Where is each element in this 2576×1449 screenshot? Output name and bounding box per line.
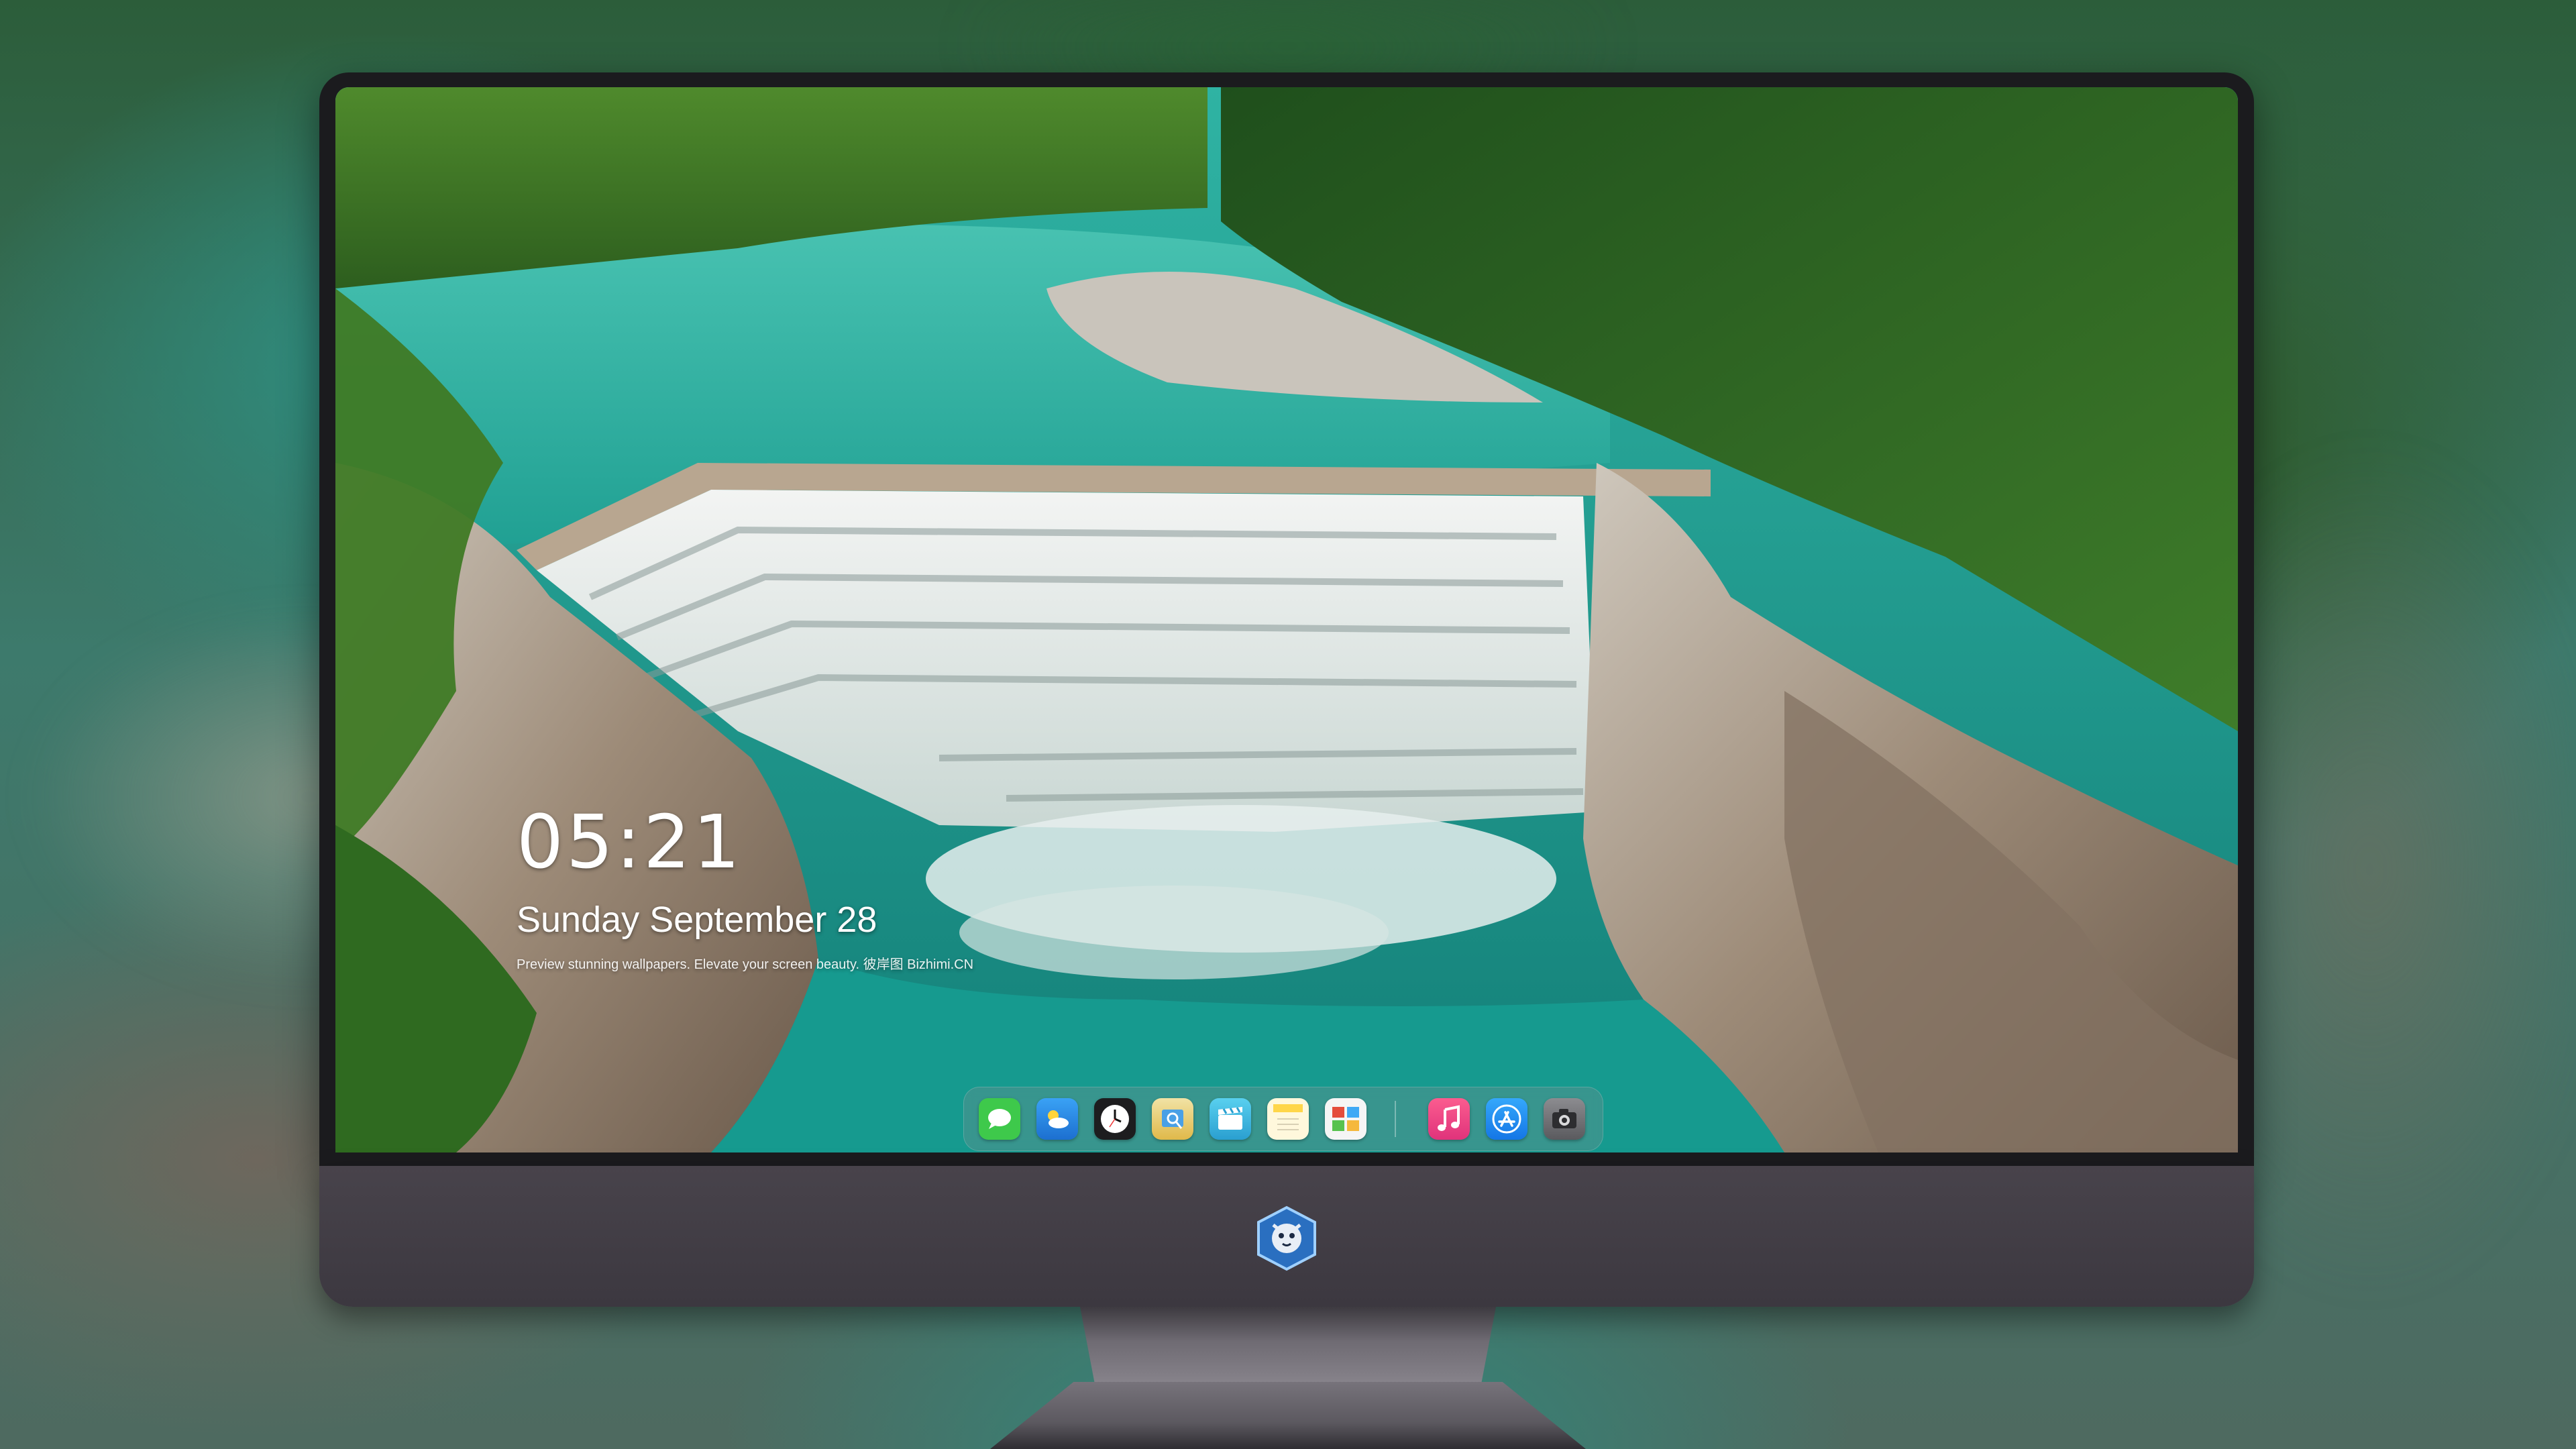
monitor-stand-neck [1080, 1307, 1496, 1394]
weather-icon [1048, 1110, 1069, 1128]
notes-app[interactable] [1267, 1098, 1309, 1140]
lock-date: Sunday September 28 [517, 900, 877, 940]
lock-screen: 05:21 Sunday September 28 Preview stunni… [517, 805, 973, 971]
messages-icon [988, 1109, 1011, 1129]
weather-app[interactable] [1036, 1098, 1078, 1140]
music-app[interactable] [1428, 1098, 1470, 1140]
desktop-background: 05:21 Sunday September 28 Preview stunni… [0, 0, 2576, 1449]
dock-separator [1395, 1101, 1396, 1137]
clock-icon [1101, 1105, 1129, 1133]
clips-app[interactable] [1210, 1098, 1251, 1140]
clock-app[interactable] [1094, 1098, 1136, 1140]
photo-booth-app[interactable] [1325, 1098, 1366, 1140]
app-store-icon [1492, 1104, 1521, 1134]
monitor-bezel: 05:21 Sunday September 28 Preview stunni… [319, 72, 2254, 1166]
brand-logo [1257, 1205, 1316, 1271]
camera-icon [1552, 1109, 1576, 1128]
lock-time: 05:21 [517, 799, 743, 885]
dock [963, 1087, 1603, 1151]
waterfall-wallpaper [335, 87, 2238, 1152]
app-store-app[interactable] [1486, 1098, 1527, 1140]
notes-icon [1273, 1104, 1303, 1130]
monitor-screen: 05:21 Sunday September 28 Preview stunni… [335, 87, 2238, 1152]
monitor-chin [319, 1166, 2254, 1307]
photo-booth-icon [1332, 1107, 1359, 1131]
camera-app[interactable] [1544, 1098, 1585, 1140]
wallpaper-caption: Preview stunning wallpapers. Elevate you… [517, 957, 974, 972]
music-icon [1438, 1105, 1460, 1131]
preview-icon [1162, 1110, 1183, 1129]
preview-app[interactable] [1152, 1098, 1193, 1140]
monitor-stand-foot [990, 1382, 1586, 1449]
imac-monitor: 05:21 Sunday September 28 Preview stunni… [319, 72, 2254, 1307]
clips-icon [1218, 1107, 1242, 1130]
messages-app[interactable] [979, 1098, 1020, 1140]
